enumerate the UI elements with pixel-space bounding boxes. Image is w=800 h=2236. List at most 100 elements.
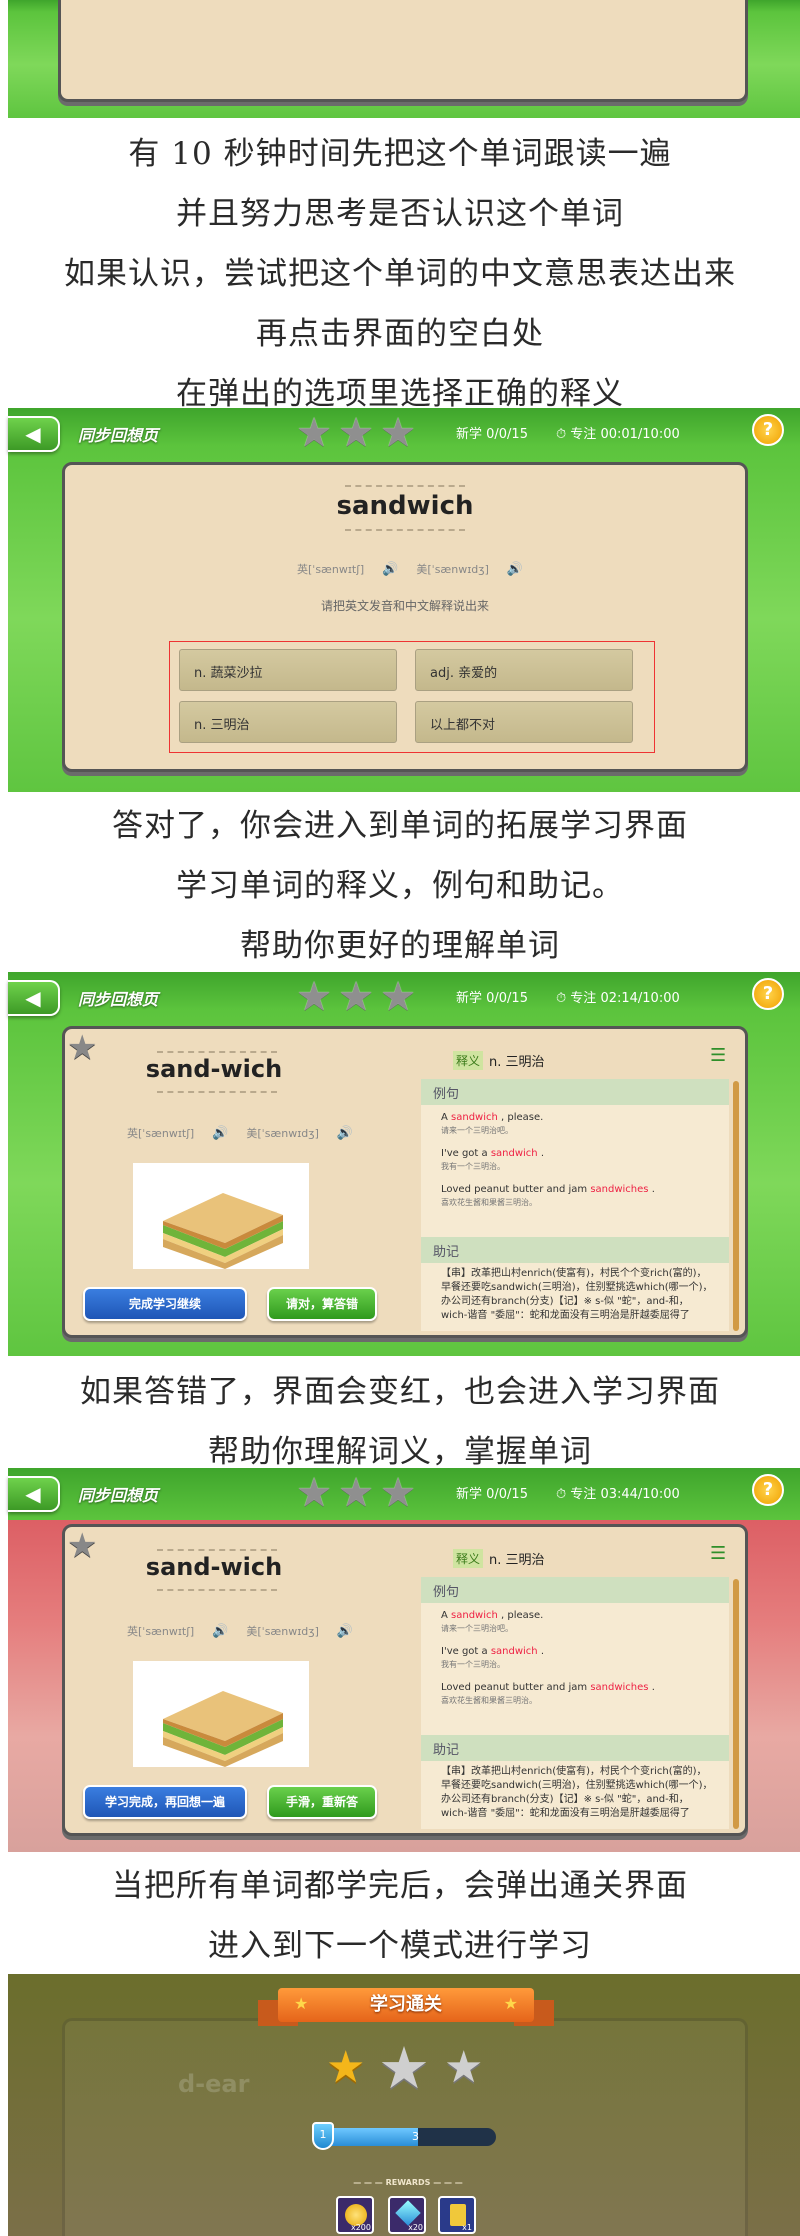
- option-3[interactable]: n. 三明治: [179, 701, 397, 743]
- definition-text: n. 三明治: [489, 1055, 545, 1070]
- speaker-icon[interactable]: 🔊: [382, 562, 398, 577]
- banner-star-icon: ★: [294, 1994, 309, 2013]
- study-card: ★ sand-wich 英[ˈsænwɪtʃ] 🔊 美[ˈsænwɪdʒ] 🔊 完成…: [62, 1026, 748, 1338]
- caption-6: 答对了，你会进入到单词的拓展学习界面: [112, 808, 688, 844]
- focus-timer: ⏱ 专注 02:14/10:00: [556, 991, 680, 1006]
- retry-answer-button[interactable]: 手滑，重新答: [267, 1785, 377, 1819]
- speaker-icon[interactable]: 🔊: [337, 1624, 353, 1639]
- quiz-word: sandwich: [336, 491, 474, 521]
- new-learn-count: 新学 0/0/15: [456, 427, 528, 442]
- examples-pane: 例句 A sandwich , please. 请来一个三明治吧。 I've go…: [421, 1079, 729, 1331]
- quiz-card[interactable]: sandwich 英[ˈsænwɪtʃ] 🔊 美[ˈsænwɪdʒ] 🔊 请把英文发…: [62, 462, 748, 772]
- divider: [157, 1589, 277, 1591]
- focus-timer: ⏱ 专注 00:01/10:00: [556, 427, 680, 442]
- study-screen-wrong: ◀ 同步回想页 ★ ★ ★ 新学 0/0/15 ⏱ 专注 03:44/10:00…: [8, 1468, 800, 1852]
- caption-4: 再点击界面的空白处: [256, 316, 544, 352]
- caption-10: 帮助你理解词义，掌握单词: [208, 1434, 592, 1470]
- divider: [345, 529, 465, 531]
- example-1: A sandwich , please. 请来一个三明治吧。: [441, 1112, 544, 1135]
- reward-card: x1: [438, 2196, 476, 2234]
- new-learn-count: 新学 0/0/15: [456, 1487, 528, 1502]
- star-icon: ★: [380, 1470, 416, 1516]
- example-2: I've got a sandwich . 我有一个三明治。: [441, 1148, 545, 1171]
- study-card: ★ sand-wich 英[ˈsænwɪtʃ] 🔊 美[ˈsænwɪdʒ] 🔊 学习…: [62, 1524, 748, 1836]
- review-again-button[interactable]: 学习完成，再回想一遍: [83, 1785, 247, 1819]
- caption-12: 进入到下一个模式进行学习: [208, 1928, 592, 1964]
- complete-banner: 学习通关 ★ ★: [258, 1988, 554, 2028]
- top-bar: ◀ 同步回想页 ★ ★ ★ 新学 0/0/15 ⏱ 专注 02:14/10:00…: [8, 972, 800, 1024]
- example-3: Loved peanut butter and jam sandwiches .…: [441, 1184, 655, 1207]
- timer-icon: ⏱: [556, 991, 567, 1006]
- complete-continue-button[interactable]: 完成学习继续: [83, 1287, 247, 1321]
- list-icon[interactable]: ☰: [710, 1045, 726, 1066]
- caption-2: 并且努力思考是否认识这个单词: [176, 196, 624, 232]
- option-4[interactable]: 以上都不对: [415, 701, 633, 743]
- gem-icon: [395, 2200, 421, 2226]
- help-button[interactable]: ?: [752, 978, 784, 1010]
- caption-3: 如果认识，尝试把这个单词的中文意思表达出来: [64, 256, 736, 292]
- phonetics: 英[ˈsænwɪtʃ] 🔊 美[ˈsænwɪdʒ] 🔊: [127, 1623, 353, 1639]
- sandwich-image: [133, 1163, 309, 1269]
- mnemonic-text: 【串】改革把山村enrich(使富有)，村民个个变rich(富的)，早餐还要吃s…: [441, 1268, 713, 1321]
- caption-8: 帮助你更好的理解单词: [240, 928, 560, 964]
- banner-star-icon: ★: [503, 1994, 518, 2013]
- phonetics: 英[ˈsænwɪtʃ] 🔊 美[ˈsænwɪdʒ] 🔊: [297, 561, 523, 577]
- level-progress-bar: 3: [318, 2128, 496, 2146]
- focus-timer: ⏱ 专注 03:44/10:00: [556, 1487, 680, 1502]
- progress-stars: ★ ★ ★: [295, 410, 417, 456]
- phonetics: 英[ˈsænwɪtʃ] 🔊 美[ˈsænwɪdʒ] 🔊: [127, 1125, 353, 1141]
- caption-5: 在弹出的选项里选择正确的释义: [176, 376, 624, 412]
- page-title: 同步回想页: [78, 990, 159, 1009]
- screen-fragment-top: [8, 0, 800, 118]
- back-button[interactable]: ◀: [8, 1476, 60, 1512]
- star-icon: ★: [296, 1470, 332, 1516]
- quiz-screen[interactable]: ◀ 同步回想页 ★ ★ ★ 新学 0/0/15 ⏱ 专注 00:01/10:00…: [8, 408, 800, 792]
- speaker-icon[interactable]: 🔊: [212, 1624, 228, 1639]
- reward-coin: x200: [336, 2196, 374, 2234]
- sandwich-image: [133, 1661, 309, 1767]
- star-icon: ★: [296, 974, 332, 1020]
- study-word: sand-wich: [145, 1553, 283, 1581]
- timer-icon: ⏱: [556, 1487, 567, 1502]
- divider: [157, 1051, 277, 1053]
- back-button[interactable]: ◀: [8, 980, 60, 1016]
- speaker-icon[interactable]: 🔊: [212, 1126, 228, 1141]
- us-phonetic: 美[ˈsænwɪdʒ]: [246, 1625, 319, 1638]
- option-2[interactable]: adj. 亲爱的: [415, 649, 633, 691]
- star-icon: ★: [380, 410, 416, 456]
- progress-stars: ★ ★ ★: [295, 1470, 417, 1516]
- mark-wrong-button[interactable]: 请对，算答错: [267, 1287, 377, 1321]
- scrollbar[interactable]: [733, 1579, 739, 1829]
- rewards-label: — — — REWARDS — — —: [353, 2178, 463, 2187]
- prompt-text: 请把英文发音和中文解释说出来: [320, 599, 489, 613]
- study-screen-correct: ◀ 同步回想页 ★ ★ ★ 新学 0/0/15 ⏱ 专注 02:14/10:00…: [8, 972, 800, 1356]
- back-button[interactable]: ◀: [8, 416, 60, 452]
- definition-text: n. 三明治: [489, 1553, 545, 1568]
- example-1: A sandwich , please. 请来一个三明治吧。: [441, 1610, 544, 1633]
- us-phonetic: 美[ˈsænwɪdʒ]: [246, 1127, 319, 1140]
- examples-header: 例句: [421, 1577, 729, 1603]
- definition-tag: 释义: [453, 1549, 484, 1568]
- favorite-star-icon[interactable]: ★: [67, 1529, 101, 1563]
- option-1[interactable]: n. 蔬菜沙拉: [179, 649, 397, 691]
- caption-1: 有 10 秒钟时间先把这个单词跟读一遍: [128, 136, 672, 172]
- speaker-icon[interactable]: 🔊: [337, 1126, 353, 1141]
- list-icon[interactable]: ☰: [710, 1543, 726, 1564]
- reward-gem-count: x20: [408, 2223, 423, 2232]
- reward-gem: x20: [388, 2196, 426, 2234]
- caption-7: 学习单词的释义，例句和助记。: [176, 868, 624, 904]
- level-to: 3: [412, 2130, 419, 2143]
- star-icon: ★: [338, 974, 374, 1020]
- favorite-star-icon[interactable]: ★: [67, 1031, 101, 1065]
- scrollbar[interactable]: [733, 1081, 739, 1331]
- definition: 释义 n. 三明治: [453, 1051, 545, 1070]
- silver-star-icon: ★: [444, 2042, 484, 2093]
- top-bar: ◀ 同步回想页 ★ ★ ★ 新学 0/0/15 ⏱ 专注 00:01/10:00…: [8, 408, 800, 460]
- help-button[interactable]: ?: [752, 1474, 784, 1506]
- uk-phonetic: 英[ˈsænwɪtʃ]: [127, 1625, 195, 1638]
- silver-star-icon: ★: [378, 2034, 430, 2102]
- star-icon: ★: [338, 410, 374, 456]
- help-button[interactable]: ?: [752, 414, 784, 446]
- speaker-icon[interactable]: 🔊: [507, 562, 523, 577]
- uk-phonetic: 英[ˈsænwɪtʃ]: [297, 563, 365, 576]
